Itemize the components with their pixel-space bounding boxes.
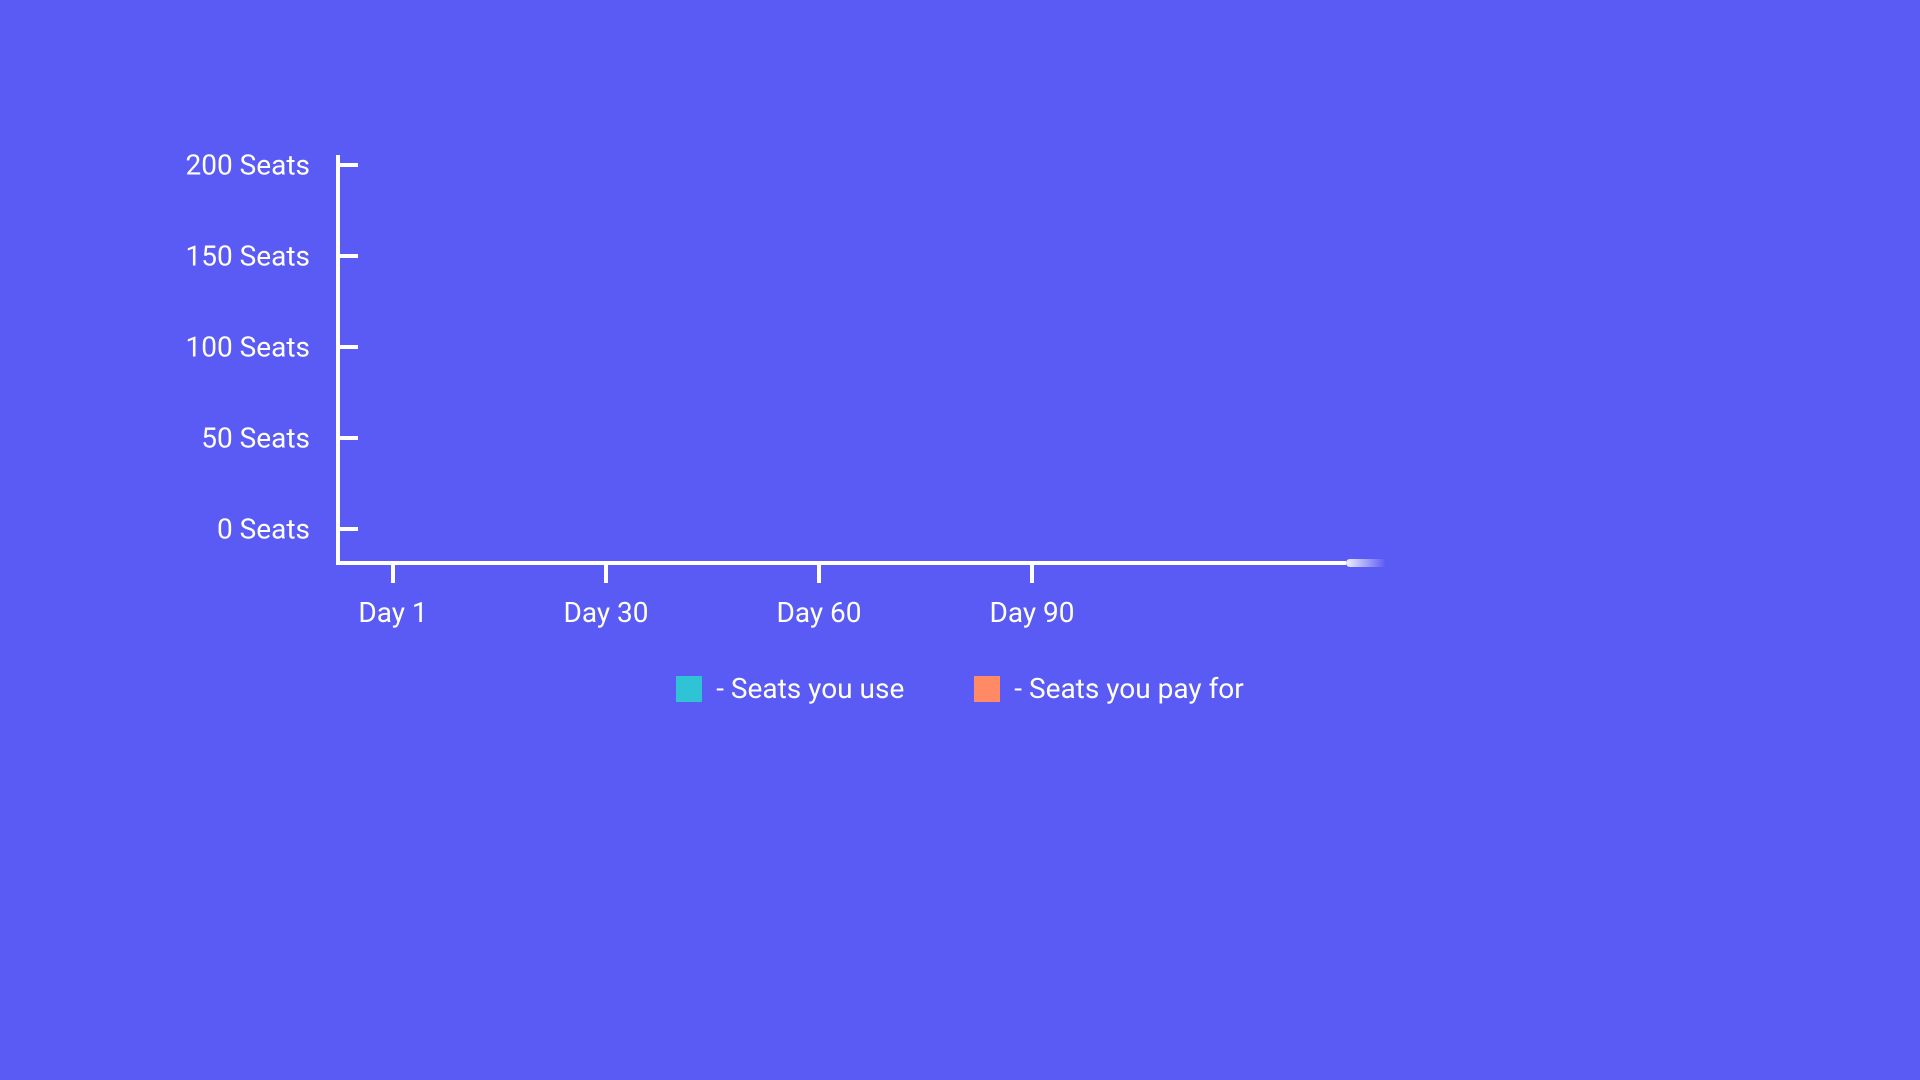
x-tick-label-day30: Day 30 — [563, 596, 648, 629]
y-axis-line — [336, 155, 340, 565]
x-tick-day90 — [1030, 561, 1034, 583]
chart-legend: - Seats you use - Seats you pay for — [0, 672, 1920, 705]
y-tick-label-200: 200 Seats — [186, 149, 310, 182]
y-tick-200 — [336, 163, 358, 167]
x-tick-label-day60: Day 60 — [776, 596, 861, 629]
y-tick-label-0: 0 Seats — [217, 513, 310, 546]
y-tick-0 — [336, 527, 358, 531]
legend-label-pay: - Seats you pay for — [1014, 672, 1243, 705]
x-tick-day60 — [817, 561, 821, 583]
y-tick-label-50: 50 Seats — [201, 422, 310, 455]
y-tick-label-100: 100 Seats — [186, 331, 310, 364]
x-tick-label-day1: Day 1 — [358, 596, 427, 629]
y-tick-50 — [336, 436, 358, 440]
legend-swatch-pay — [974, 676, 1000, 702]
y-tick-label-150: 150 Seats — [186, 240, 310, 273]
legend-item-pay: - Seats you pay for — [974, 672, 1243, 705]
x-tick-day1 — [391, 561, 395, 583]
seats-chart: 200 Seats 150 Seats 100 Seats 50 Seats 0… — [0, 0, 1920, 1080]
x-axis-line — [336, 561, 1346, 565]
y-tick-150 — [336, 254, 358, 258]
legend-swatch-use — [676, 676, 702, 702]
y-tick-100 — [336, 345, 358, 349]
legend-label-use: - Seats you use — [716, 672, 904, 705]
legend-item-use: - Seats you use — [676, 672, 904, 705]
x-tick-label-day90: Day 90 — [989, 596, 1074, 629]
x-tick-day30 — [604, 561, 608, 583]
